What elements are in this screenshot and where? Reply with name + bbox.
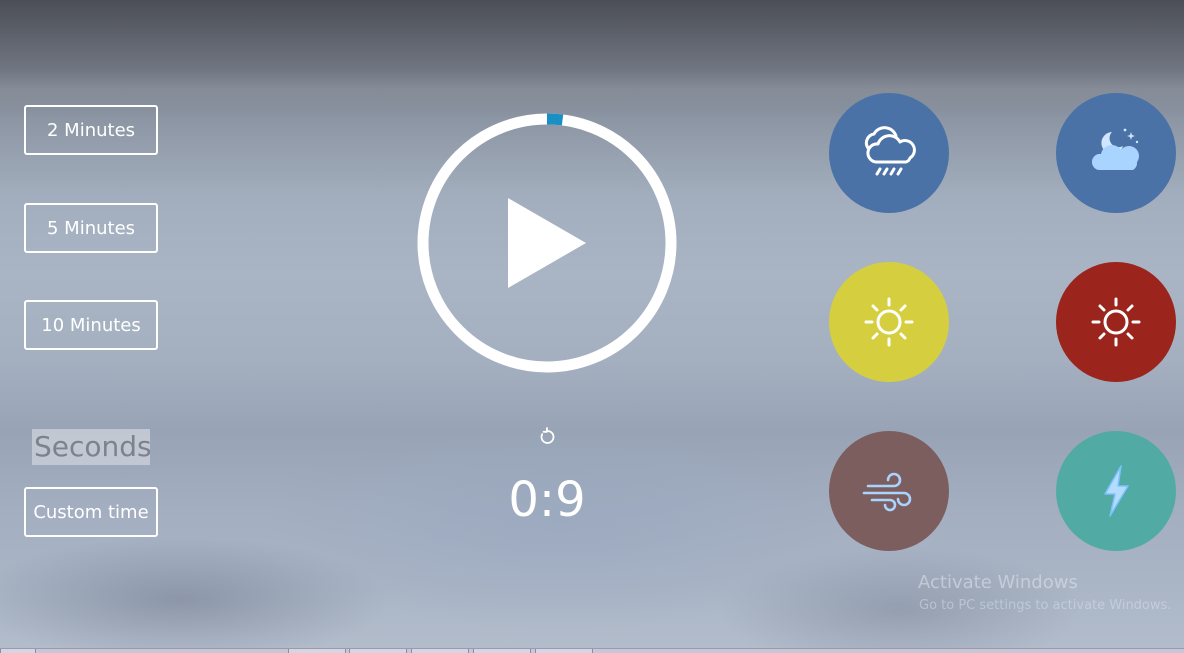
taskbar-item[interactable] (349, 649, 407, 653)
rain-cloud-icon (864, 126, 916, 176)
sound-wind-button[interactable] (829, 431, 949, 551)
taskbar-item[interactable] (411, 649, 469, 653)
taskbar (0, 648, 1184, 653)
wind-icon (862, 472, 912, 512)
custom-time-label: Custom time (33, 501, 149, 523)
sound-sun-red-button[interactable] (1056, 262, 1176, 382)
night-cloud-icon (1091, 128, 1139, 170)
sound-thunder-button[interactable] (1056, 431, 1176, 551)
sound-sun-yellow-button[interactable] (829, 262, 949, 382)
activate-windows-title: Activate Windows (918, 572, 1078, 593)
lightning-icon (1104, 465, 1129, 517)
seconds-input-value: Seconds (34, 430, 150, 463)
timer-ring-svg (417, 113, 677, 373)
two-minutes-label: 2 Minutes (46, 119, 136, 141)
five-minutes-button[interactable]: 5 Minutes (24, 203, 158, 253)
taskbar-item[interactable] (288, 649, 346, 653)
timer-display: 0:9 (508, 472, 586, 528)
timer-progress-arc (546, 113, 564, 126)
reset-button[interactable] (535, 425, 559, 449)
ten-minutes-label: 10 Minutes (41, 314, 141, 336)
ten-minutes-button[interactable]: 10 Minutes (24, 300, 158, 350)
two-minutes-button[interactable]: 2 Minutes (24, 105, 158, 155)
timer-ring (416, 112, 678, 374)
sound-rain-button[interactable] (829, 93, 949, 213)
seconds-input[interactable]: Seconds (32, 429, 150, 465)
reset-icon (540, 427, 555, 444)
custom-time-button[interactable]: Custom time (24, 487, 158, 537)
sun-icon (864, 297, 914, 347)
background-blur (0, 70, 1184, 110)
taskbar-item[interactable] (535, 649, 593, 653)
five-minutes-label: 5 Minutes (46, 217, 136, 239)
activate-windows-subtitle: Go to PC settings to activate Windows. (919, 598, 1172, 613)
sun-icon (1091, 297, 1141, 347)
play-button[interactable] (447, 143, 647, 343)
taskbar-item[interactable] (0, 649, 36, 653)
taskbar-item[interactable] (473, 649, 531, 653)
sound-night-button[interactable] (1056, 93, 1176, 213)
